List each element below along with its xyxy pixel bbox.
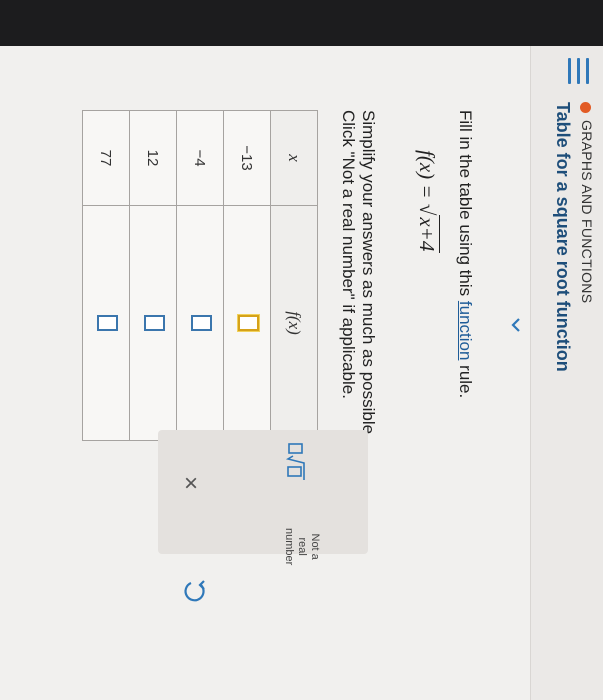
fx-cell[interactable] [129, 205, 177, 441]
sqrt-sign: √ [415, 203, 439, 216]
x-cell: −13 [223, 110, 271, 206]
answer-input[interactable] [191, 315, 213, 331]
fx-cell[interactable] [82, 205, 130, 441]
table-row: −4 [176, 110, 224, 441]
category-label: GRAPHS AND FUNCTIONS [579, 120, 595, 304]
page-title: Table for a square root function [553, 102, 573, 372]
answer-input[interactable] [238, 315, 260, 331]
not-real-line-2: real [296, 537, 308, 556]
formula-radicand: x+4 [415, 215, 440, 254]
x-cell: −4 [176, 110, 224, 206]
value-table: x f(x) −13 −4 12 77 [82, 110, 318, 441]
menu-icon[interactable] [567, 58, 589, 84]
table-row: 77 [82, 110, 130, 441]
not-real-line-3: number [283, 528, 295, 566]
fx-cell[interactable] [223, 205, 271, 441]
function-link[interactable]: function [456, 301, 475, 361]
formula: f(x) = √x+4 [414, 150, 440, 254]
simplify-line-1: Simplify your answers as much as possibl… [359, 110, 378, 439]
not-real-line-1: Not a [309, 533, 321, 560]
simplify-text: Simplify your answers as much as possibl… [338, 110, 378, 439]
not-a-real-number-button[interactable]: Not a real number [282, 528, 321, 565]
col-fx-header: f(x) [270, 205, 318, 441]
answer-input[interactable] [97, 315, 119, 331]
fx-cell[interactable] [176, 205, 224, 441]
undo-icon[interactable] [179, 576, 209, 606]
rotated-screen: GRAPHS AND FUNCTIONS Table for a square … [0, 0, 603, 700]
table-header-row: x f(x) [270, 110, 318, 441]
table-row: 12 [129, 110, 177, 441]
col-x-header: x [270, 110, 318, 206]
x-cell: 77 [82, 110, 130, 206]
clear-button[interactable]: × [175, 468, 205, 498]
x-cell: 12 [129, 110, 177, 206]
answer-input[interactable] [144, 315, 166, 331]
simplify-line-2: Click "Not a real number" if applicable. [339, 110, 358, 399]
instruction-prefix: Fill in the table using this [456, 110, 475, 301]
chevron-down-icon[interactable] [507, 316, 525, 334]
instruction-text: Fill in the table using this function ru… [455, 110, 475, 398]
status-dot-icon [580, 102, 591, 113]
table-row: −13 [223, 110, 271, 441]
square-root-button[interactable] [283, 442, 307, 482]
formula-lhs: f(x) = [415, 150, 439, 199]
instruction-suffix: rule. [456, 360, 475, 399]
